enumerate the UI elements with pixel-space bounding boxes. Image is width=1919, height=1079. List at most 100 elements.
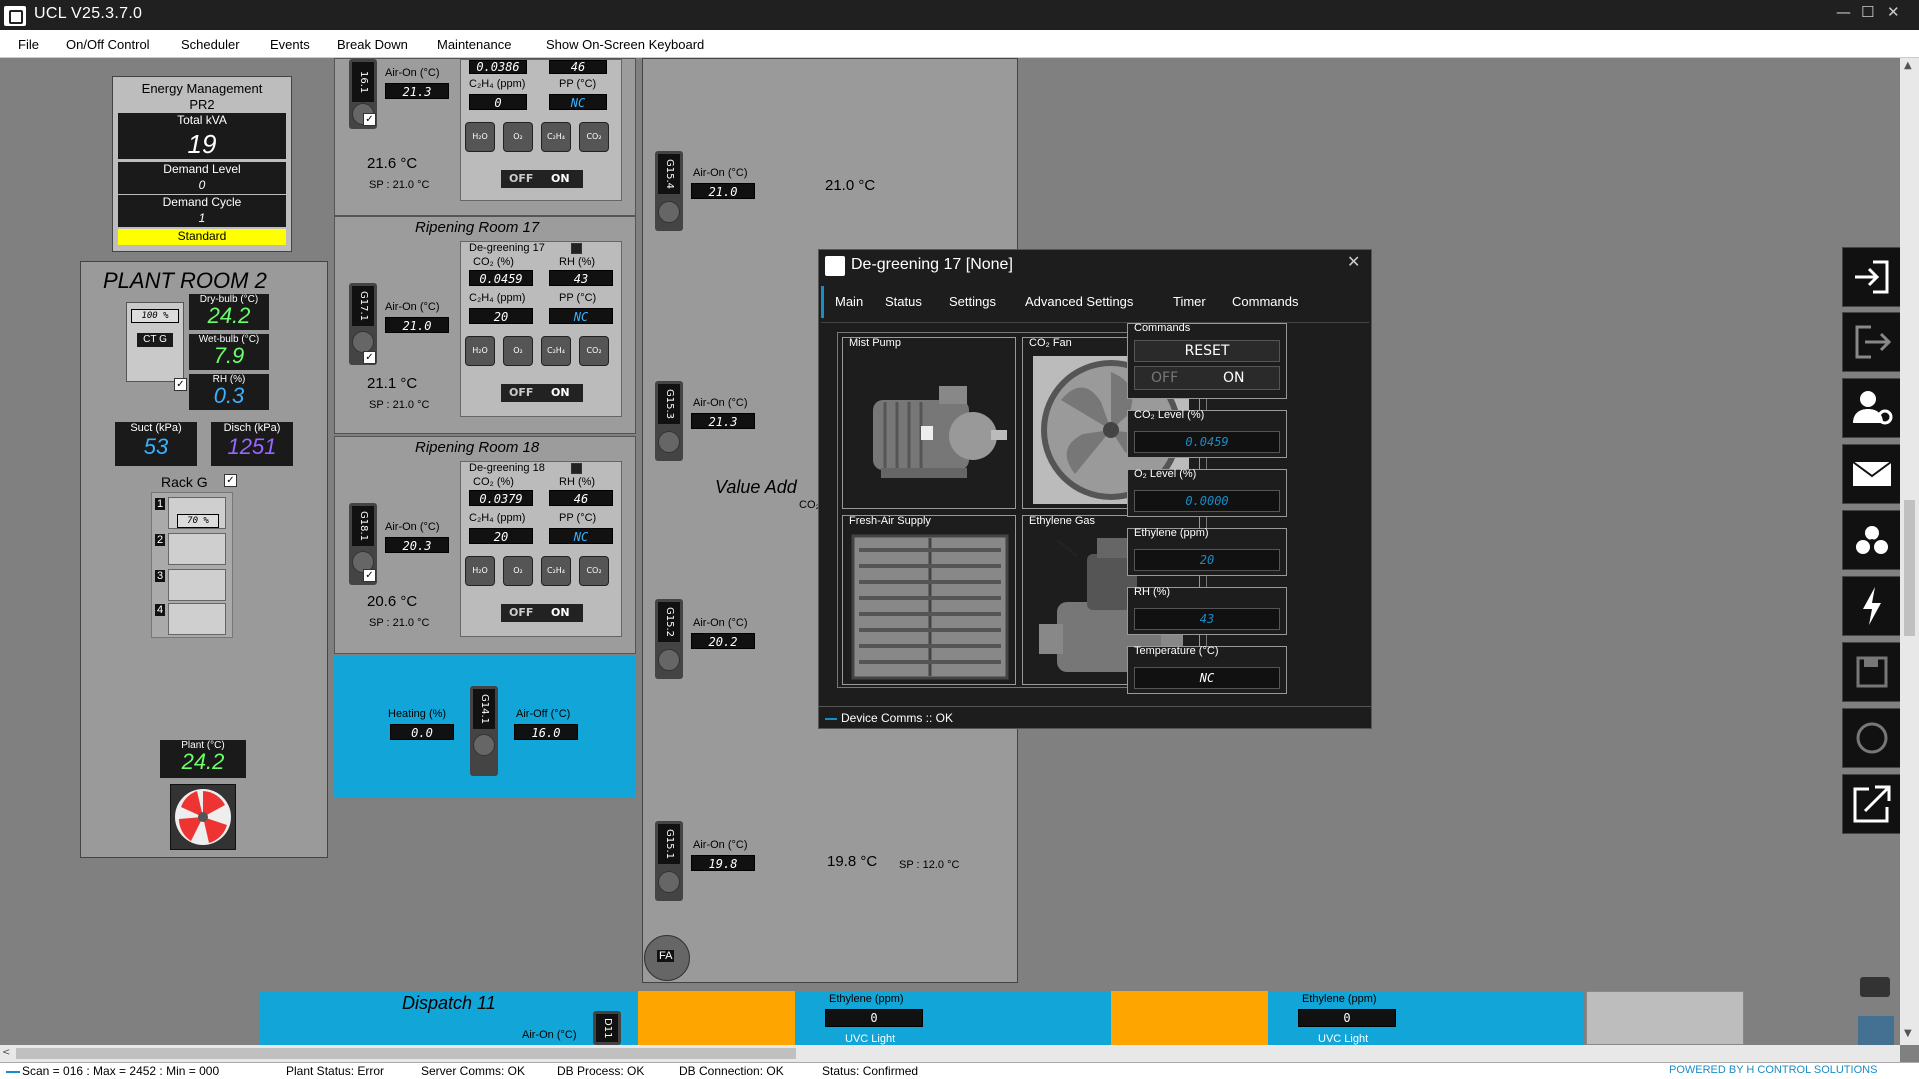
room-18-device-panel[interactable]: De-greening 18 CO₂ (%) RH (%) 0.0379 46 … (460, 461, 622, 637)
rack-checkbox[interactable]: ✓ (224, 474, 237, 487)
dispatch-status-orange-2 (1111, 991, 1268, 1045)
room-17-degreening-indicator[interactable] (571, 243, 582, 254)
room-18-title: Ripening Room 18 (415, 439, 540, 456)
room-18-water-icon[interactable]: H₂O (465, 556, 495, 586)
user-settings-icon (1853, 391, 1893, 425)
room-18-airon-label: Air-On (°C) (385, 521, 440, 533)
tab-timer[interactable]: Timer (1173, 294, 1206, 309)
hazard-button[interactable] (1842, 510, 1900, 570)
room-18-degreening-indicator[interactable] (571, 463, 582, 474)
rack-label: Rack G (161, 474, 208, 490)
commands-panel: Commands RESET OFF ON (1127, 322, 1287, 399)
power-button[interactable] (1842, 576, 1900, 636)
dialog-off-label: OFF (1151, 370, 1179, 386)
heating-unit-strip[interactable]: G14.1 (470, 686, 498, 776)
compressor-2-icon[interactable]: 2 (155, 533, 226, 565)
menu-maintenance[interactable]: Maintenance (437, 37, 511, 52)
tab-advanced-settings[interactable]: Advanced Settings (1025, 294, 1133, 309)
plant-fan-icon[interactable] (170, 784, 236, 850)
room-18-o2-icon[interactable]: O₂ (503, 556, 533, 586)
ct-checkbox[interactable]: ✓ (174, 378, 187, 391)
menu-events[interactable]: Events (270, 37, 310, 52)
mist-pump-panel[interactable]: Mist Pump (842, 337, 1016, 509)
heating-panel: Heating (%) 0.0 G14.1 Air-Off (°C) 16.0 (334, 656, 636, 798)
g15-3-strip[interactable]: G15.3 (655, 381, 683, 461)
g15-4-value: 21.0 (691, 183, 755, 199)
room-17-co2-icon[interactable]: CO₂ (579, 336, 609, 366)
room-17-water-icon[interactable]: H₂O (465, 336, 495, 366)
room-16-device-panel[interactable]: 0.0386 46 C₂H₄ (ppm) PP (°C) 0 NC H₂O O₂… (460, 59, 622, 201)
pct-unit: % (163, 311, 169, 321)
external-link-button[interactable] (1842, 774, 1900, 834)
menu-onoff-control[interactable]: On/Off Control (66, 37, 150, 52)
logout-button[interactable] (1842, 312, 1900, 372)
room-18-onoff-toggle[interactable]: OFF ON (501, 604, 583, 622)
room-17-o2-icon[interactable]: O₂ (503, 336, 533, 366)
tab-commands[interactable]: Commands (1232, 294, 1298, 309)
dialog-close-button[interactable]: ✕ (1347, 252, 1360, 271)
chat-icon[interactable] (1860, 977, 1890, 997)
room-17-ethylene-icon[interactable]: C₂H₄ (541, 336, 571, 366)
g15-2-tag: G15.2 (658, 602, 680, 642)
mail-button[interactable] (1842, 444, 1900, 504)
dispatch-title: Dispatch 11 (402, 993, 496, 1013)
dispatch-unit-strip[interactable]: D11 (593, 1011, 621, 1045)
vertical-scroll-thumb[interactable] (1904, 500, 1915, 636)
compressor-3-icon[interactable]: 3 (155, 569, 226, 601)
login-button[interactable] (1842, 247, 1900, 307)
menu-onscreen-keyboard[interactable]: Show On-Screen Keyboard (546, 37, 704, 52)
compressor-1-icon[interactable]: 1 70 % (155, 497, 226, 529)
menu-break-down[interactable]: Break Down (337, 37, 408, 52)
tab-status[interactable]: Status (885, 294, 922, 309)
maximize-button[interactable]: ☐ (1861, 3, 1874, 21)
room-18-checkbox[interactable]: ✓ (363, 569, 376, 582)
menu-scheduler[interactable]: Scheduler (181, 37, 240, 52)
dialog-onoff-toggle[interactable]: OFF ON (1134, 366, 1280, 390)
room-17-checkbox[interactable]: ✓ (363, 351, 376, 364)
room-18-ethylene-icon[interactable]: C₂H₄ (541, 556, 571, 586)
room-18-co2-icon[interactable]: CO₂ (579, 556, 609, 586)
g15-1-strip[interactable]: G15.1 (655, 821, 683, 901)
room-16-onoff-toggle[interactable]: OFF ON (501, 170, 583, 188)
save-button[interactable] (1842, 642, 1900, 702)
tab-settings[interactable]: Settings (949, 294, 996, 309)
suction-pressure-reading: Suct (kPa) 53 (115, 422, 197, 466)
room-16-ethylene-icon[interactable]: C₂H₄ (541, 122, 571, 152)
cooling-tower-icon[interactable]: 100 % CT G (126, 302, 184, 382)
vertical-scrollbar[interactable]: ▲ ▼ (1900, 58, 1919, 1045)
demand-level-value: 0 (118, 178, 286, 194)
room-16-water-icon[interactable]: H₂O (465, 122, 495, 152)
room-17-c2h4-value: 20 (469, 308, 533, 324)
g15-4-strip[interactable]: G15.4 (655, 151, 683, 231)
compressor-1-num: 1 (155, 498, 166, 510)
menu-file[interactable]: File (18, 37, 39, 52)
room-16-o2-icon[interactable]: O₂ (503, 122, 533, 152)
minimize-button[interactable]: — (1836, 3, 1851, 21)
scroll-left-icon[interactable]: < (2, 1047, 10, 1058)
fresh-air-fan-icon[interactable]: FA (644, 935, 690, 981)
scroll-up-icon[interactable]: ▲ (1904, 60, 1912, 71)
room-18-c2h4-value: 20 (469, 528, 533, 544)
ethylene-panel: Ethylene (ppm) 20 (1127, 527, 1287, 576)
reset-button[interactable]: RESET (1134, 340, 1280, 362)
refresh-button[interactable] (1842, 708, 1900, 768)
workspace: Energy Management PR2 Total kVA 19 Deman… (0, 58, 1900, 1045)
horizontal-scroll-thumb[interactable] (16, 1048, 796, 1059)
compressor-4-icon[interactable]: 4 (155, 603, 226, 635)
fresh-air-supply-panel[interactable]: Fresh-Air Supply (842, 515, 1016, 685)
scroll-down-icon[interactable]: ▼ (1904, 1028, 1912, 1039)
degreening-dialog: De-greening 17 [None] ✕ Main Status Sett… (818, 249, 1372, 729)
ethylene-gas-label: Ethylene Gas (1029, 515, 1096, 527)
room-16-checkbox[interactable]: ✓ (363, 113, 376, 126)
tab-main[interactable]: Main (835, 294, 863, 309)
room-18-co2-label: CO₂ (%) (473, 476, 514, 488)
wet-bulb-reading: Wet-bulb (°C) 7.9 (189, 334, 269, 370)
user-settings-button[interactable] (1842, 378, 1900, 438)
horizontal-scrollbar[interactable]: < (0, 1045, 1900, 1062)
g15-2-strip[interactable]: G15.2 (655, 599, 683, 679)
room-16-panel: 16.1 ✓ Air-On (°C) 21.3 21.6 °C SP : 21.… (334, 58, 636, 216)
close-button[interactable]: ✕ (1887, 3, 1900, 21)
room-17-onoff-toggle[interactable]: OFF ON (501, 384, 583, 402)
room-16-co2-icon[interactable]: CO₂ (579, 122, 609, 152)
room-17-device-panel[interactable]: De-greening 17 CO₂ (%) RH (%) 0.0459 43 … (460, 241, 622, 417)
